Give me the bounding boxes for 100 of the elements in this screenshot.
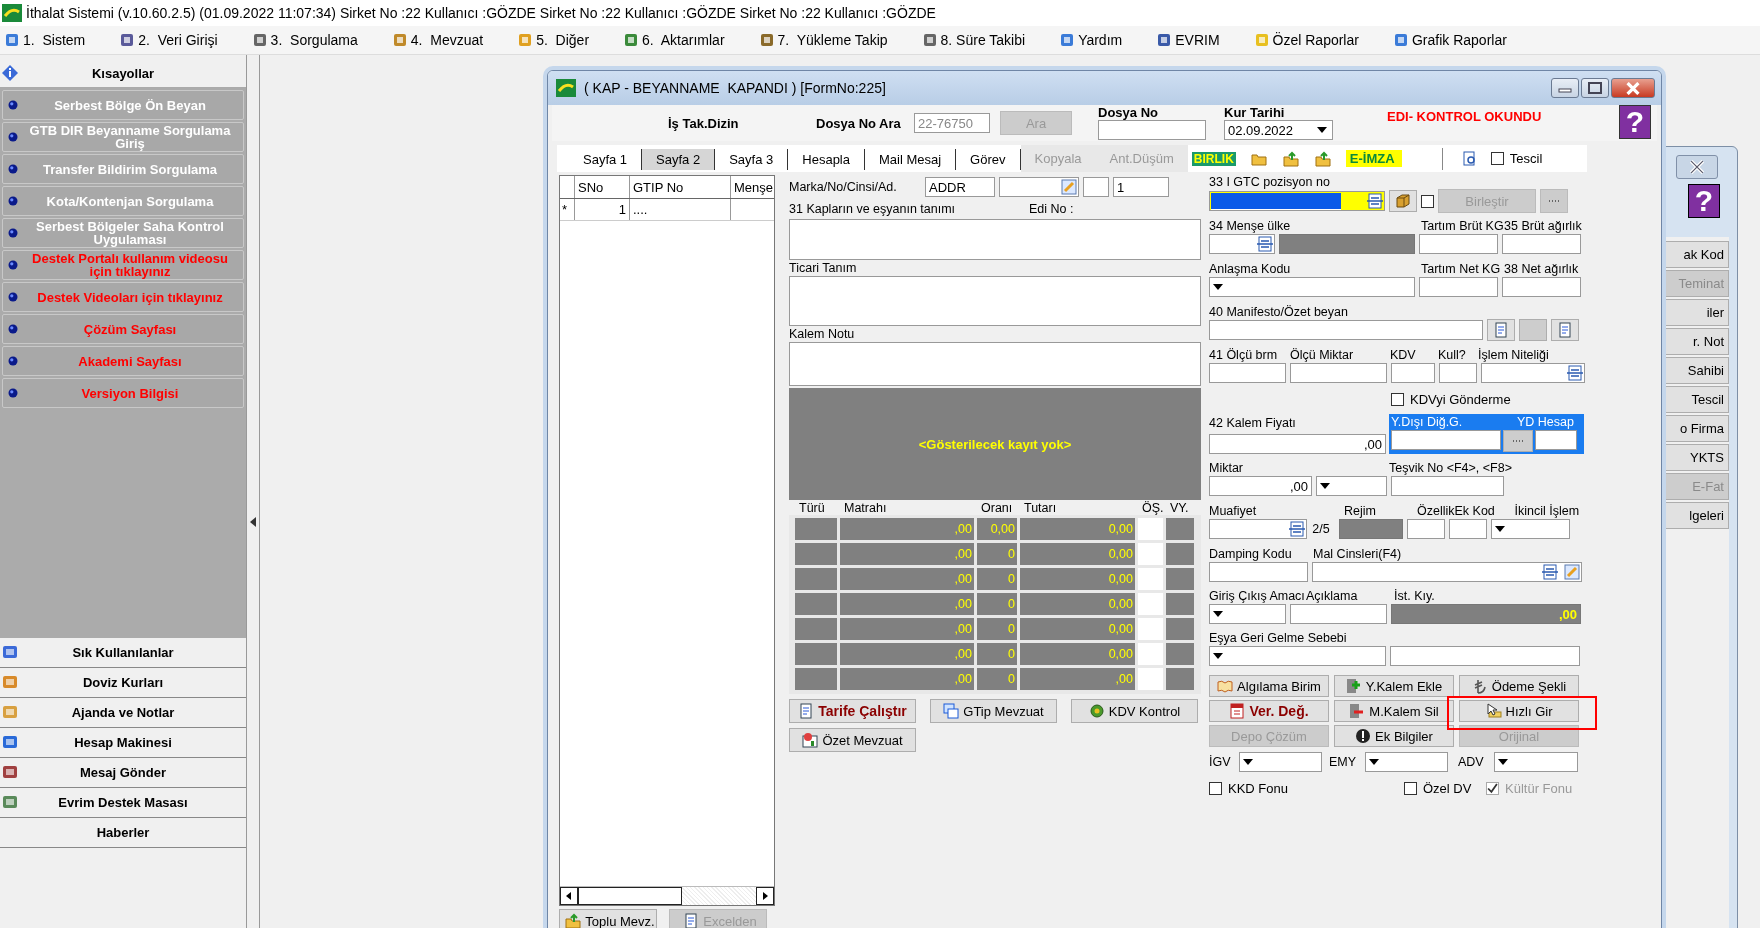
table-cell[interactable]: [795, 593, 837, 615]
text-field[interactable]: [1390, 646, 1580, 666]
menu-item[interactable]: Yardım: [1057, 30, 1125, 50]
help-button[interactable]: ?: [1688, 184, 1720, 218]
action-button[interactable]: Algılama Birim: [1209, 675, 1329, 697]
text-field[interactable]: [1290, 604, 1387, 624]
table-cell[interactable]: 0,00: [1020, 618, 1135, 640]
action-button[interactable]: M.Kalem Sil: [1334, 700, 1454, 722]
table-cell[interactable]: ,00: [840, 543, 974, 565]
action-button[interactable]: Tarife Çalıştır: [789, 699, 916, 723]
table-cell[interactable]: [1166, 668, 1194, 690]
incentive-field[interactable]: [1391, 476, 1504, 496]
table-cell[interactable]: ,00: [840, 568, 974, 590]
action-button[interactable]: Ödeme Şekli: [1459, 675, 1579, 697]
price-field[interactable]: ,00: [1209, 434, 1386, 454]
menu-item[interactable]: 3. Sorgulama: [249, 30, 360, 50]
table-cell[interactable]: 0,00: [977, 518, 1017, 540]
checkbox[interactable]: [1209, 782, 1222, 795]
column-header[interactable]: SNo: [575, 176, 630, 198]
text-field[interactable]: [1209, 320, 1483, 340]
table-cell[interactable]: [795, 668, 837, 690]
add-button[interactable]: [1551, 319, 1579, 341]
table-cell[interactable]: [795, 518, 837, 540]
action-button[interactable]: Özet Mevzuat: [789, 728, 916, 752]
checkbox[interactable]: [1404, 782, 1417, 795]
menu-item[interactable]: 5. Diğer: [515, 30, 592, 50]
table-cell[interactable]: ,00: [840, 618, 974, 640]
close-button[interactable]: [1611, 78, 1655, 98]
action-button[interactable]: Y.Kalem Ekle: [1334, 675, 1454, 697]
table-cell[interactable]: [1166, 643, 1194, 665]
menu-item[interactable]: 7. Yükleme Takip: [756, 30, 890, 50]
action-button[interactable]: Toplu Mevz.: [559, 909, 657, 928]
maximize-button[interactable]: [1581, 78, 1609, 98]
scrollbar-thumb[interactable]: [578, 887, 682, 905]
blank-button[interactable]: [1519, 319, 1547, 341]
text-field[interactable]: [1449, 519, 1487, 539]
action-button[interactable]: Ver. Değ.: [1209, 700, 1329, 722]
text-field[interactable]: [1209, 363, 1286, 383]
dropdown[interactable]: [1316, 476, 1387, 496]
text-field[interactable]: [1290, 363, 1387, 383]
table-cell[interactable]: ,00: [840, 668, 974, 690]
dropdown[interactable]: [1209, 646, 1386, 666]
table-cell[interactable]: [1166, 568, 1194, 590]
menu-item[interactable]: 2. Veri Girişi: [117, 30, 220, 50]
column-header[interactable]: Menşe: [731, 176, 774, 198]
text-field[interactable]: [1439, 363, 1477, 383]
trade-textarea[interactable]: [789, 276, 1201, 326]
quantity-field[interactable]: ,00: [1209, 476, 1312, 496]
table-cell[interactable]: 0: [977, 643, 1017, 665]
description-textarea[interactable]: [789, 219, 1201, 260]
dropdown[interactable]: [1494, 752, 1578, 772]
table-cell[interactable]: 0,00: [1020, 518, 1135, 540]
list-button[interactable]: [1487, 319, 1515, 341]
table-cell[interactable]: 0,00: [1020, 593, 1135, 615]
table-cell[interactable]: [1166, 593, 1194, 615]
table-cell[interactable]: [1166, 543, 1194, 565]
menu-item[interactable]: Özel Raporlar: [1251, 30, 1361, 50]
checkbox[interactable]: [1490, 152, 1504, 165]
text-field[interactable]: [1419, 277, 1498, 297]
table-cell[interactable]: [795, 618, 837, 640]
table-cell[interactable]: ,00: [840, 518, 974, 540]
text-field[interactable]: [999, 177, 1079, 197]
text-field[interactable]: [1502, 234, 1581, 254]
dropdown[interactable]: [1491, 519, 1570, 539]
table-cell[interactable]: 0,00: [1020, 543, 1135, 565]
text-field[interactable]: [1535, 430, 1577, 450]
table-cell[interactable]: ,00: [1020, 668, 1135, 690]
text-field[interactable]: [1419, 234, 1498, 254]
dropdown[interactable]: [1209, 277, 1415, 297]
box-button[interactable]: [1389, 190, 1417, 212]
table-cell[interactable]: 0: [977, 618, 1017, 640]
menu-item[interactable]: EVRIM: [1154, 30, 1222, 50]
dropdown[interactable]: [1365, 752, 1448, 772]
close-button[interactable]: [1676, 155, 1718, 179]
text-field[interactable]: [1407, 519, 1445, 539]
action-button[interactable]: Hızlı Gir: [1459, 700, 1579, 722]
table-cell[interactable]: 0: [977, 668, 1017, 690]
file-number-field[interactable]: [1098, 120, 1206, 140]
checkbox[interactable]: [1421, 194, 1434, 208]
table-cell[interactable]: 0: [977, 568, 1017, 590]
table-cell[interactable]: 0: [977, 543, 1017, 565]
menu-item[interactable]: 6. Aktarımlar: [621, 30, 727, 50]
menu-item[interactable]: 8. Süre Takibi: [919, 30, 1028, 50]
table-cell[interactable]: ,00: [840, 593, 974, 615]
action-button[interactable]: GTip Mevzuat: [930, 699, 1057, 723]
code-field[interactable]: [1209, 191, 1385, 211]
splitter[interactable]: [247, 55, 260, 928]
dropdown[interactable]: [1239, 752, 1322, 772]
action-button[interactable]: Ek Bilgiler: [1334, 725, 1454, 747]
text-field[interactable]: [1502, 277, 1581, 297]
text-field[interactable]: [1083, 177, 1109, 197]
column-header[interactable]: GTIP No: [630, 176, 731, 198]
table-cell[interactable]: [795, 543, 837, 565]
horizontal-scrollbar[interactable]: [560, 886, 774, 905]
exemption-field[interactable]: [1209, 519, 1307, 539]
help-button[interactable]: ?: [1619, 105, 1651, 139]
tab[interactable]: Sayfa 2: [642, 149, 716, 170]
ellipsis-button[interactable]: [1503, 430, 1533, 452]
goods-field[interactable]: [1312, 562, 1582, 582]
menu-item[interactable]: 1. Sistem: [2, 30, 88, 50]
